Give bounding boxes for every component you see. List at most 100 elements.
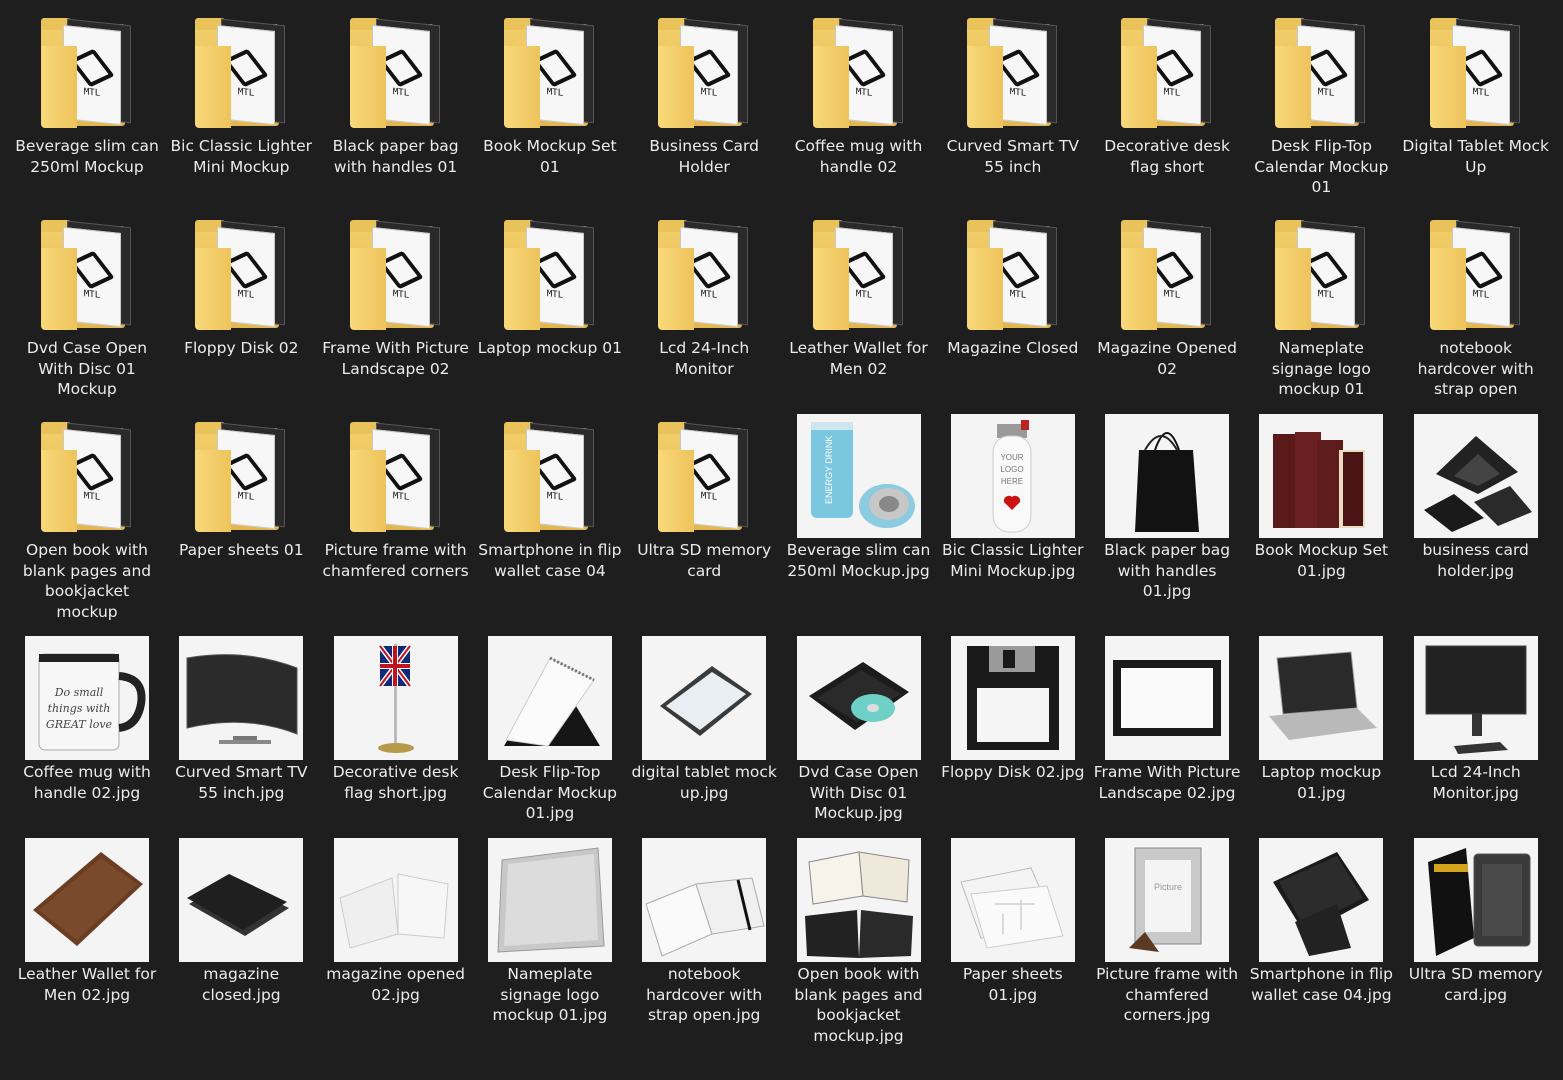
folder-item[interactable]: MTL Nameplate signage logo mockup 01 (1246, 212, 1396, 412)
image-file-item[interactable]: Do small things with GREAT love Coffee mu… (12, 636, 162, 836)
item-label: Nameplate signage logo mockup 01 (1271, 339, 1371, 398)
svg-text:Picture: Picture (1154, 882, 1182, 892)
item-label: Paper sheets 01.jpg (962, 965, 1063, 1004)
folder-icon: MTL (179, 10, 303, 134)
sd-card-thumbnail-icon (1413, 838, 1538, 962)
item-label: Lcd 24-Inch Monitor (659, 339, 750, 378)
floppy-thumbnail-icon (950, 636, 1075, 760)
image-file-item[interactable]: Lcd 24-Inch Monitor.jpg (1401, 636, 1551, 836)
item-label: Book Mockup Set 01.jpg (1254, 541, 1389, 580)
image-file-item[interactable]: Nameplate signage logo mockup 01.jpg (475, 838, 625, 1038)
tv-thumbnail-icon (179, 636, 304, 760)
item-label: Desk Flip-Top Calendar Mockup 01.jpg (482, 763, 617, 822)
folder-item[interactable]: MTL Business Card Holder (629, 10, 779, 210)
frame-thumbnail-icon (1105, 636, 1230, 760)
folder-icon: MTL (488, 414, 612, 538)
folder-icon: MTL (1414, 10, 1538, 134)
folder-item[interactable]: MTL Open book with blank pages and bookj… (12, 414, 162, 621)
image-file-item[interactable]: Open book with blank pages and bookjacke… (784, 838, 934, 1045)
folder-item[interactable]: MTL Lcd 24-Inch Monitor (629, 212, 779, 412)
image-file-item[interactable]: Paper sheets 01.jpg (938, 838, 1088, 1038)
image-file-item[interactable]: Laptop mockup 01.jpg (1246, 636, 1396, 836)
folder-item[interactable]: MTL Laptop mockup 01 (475, 212, 625, 412)
books-thumbnail-icon (1259, 414, 1384, 538)
folder-item[interactable]: MTL Ultra SD memory card (629, 414, 779, 614)
bag-thumbnail-icon (1105, 414, 1230, 538)
item-label: Book Mockup Set 01 (483, 137, 617, 176)
image-file-item[interactable]: Desk Flip-Top Calendar Mockup 01.jpg (475, 636, 625, 836)
item-label: magazine closed.jpg (201, 965, 281, 1004)
item-label: Frame With Picture Landscape 02.jpg (1093, 763, 1241, 802)
folder-item[interactable]: MTL Coffee mug with handle 02 (784, 10, 934, 210)
item-label: Ultra SD memory card (637, 541, 772, 580)
folder-item[interactable]: MTL Picture frame with chamfered corners (321, 414, 471, 614)
image-file-item[interactable]: ENERGY DRINK Beverage slim can 250ml Moc… (784, 414, 934, 614)
folder-item[interactable]: MTL Bic Classic Lighter Mini Mockup (166, 10, 316, 210)
image-file-item[interactable]: Dvd Case Open With Disc 01 Mockup.jpg (784, 636, 934, 836)
folder-item[interactable]: MTL Paper sheets 01 (166, 414, 316, 614)
folder-icon: MTL (1105, 10, 1229, 134)
image-file-item[interactable]: Ultra SD memory card.jpg (1401, 838, 1551, 1038)
image-file-item[interactable]: Black paper bag with handles 01.jpg (1092, 414, 1242, 614)
svg-text:YOUR: YOUR (1000, 453, 1023, 462)
folder-item[interactable]: MTL Dvd Case Open With Disc 01 Mockup (12, 212, 162, 412)
folder-item[interactable]: MTL Decorative desk flag short (1092, 10, 1242, 210)
image-file-item[interactable]: Leather Wallet for Men 02.jpg (12, 838, 162, 1038)
folder-icon: MTL (25, 414, 149, 538)
folder-item[interactable]: MTL Smartphone in flip wallet case 04 (475, 414, 625, 614)
svg-text:things with: things with (48, 702, 111, 715)
image-file-item[interactable]: magazine closed.jpg (166, 838, 316, 1038)
folder-item[interactable]: MTL Black paper bag with handles 01 (321, 10, 471, 210)
folder-icon: MTL (951, 212, 1075, 336)
image-file-item[interactable]: Smartphone in flip wallet case 04.jpg (1246, 838, 1396, 1038)
svg-text:Do small: Do small (54, 686, 104, 699)
dvd-thumbnail-icon (796, 636, 921, 760)
item-label: Decorative desk flag short.jpg (332, 763, 459, 802)
image-file-item[interactable]: digital tablet mock up.jpg (629, 636, 779, 836)
image-file-item[interactable]: YOUR LOGO HERE Bic Classic Lighter Mini … (938, 414, 1088, 614)
item-label: Ultra SD memory card.jpg (1408, 965, 1543, 1004)
folder-icon: MTL (334, 10, 458, 134)
image-file-item[interactable]: Book Mockup Set 01.jpg (1246, 414, 1396, 614)
folder-icon: MTL (25, 10, 149, 134)
folder-icon: MTL (25, 212, 149, 336)
image-file-item[interactable]: magazine opened 02.jpg (321, 838, 471, 1038)
item-label: Laptop mockup 01.jpg (1261, 763, 1382, 802)
calendar-thumbnail-icon (487, 636, 612, 760)
file-grid: MTL Beverage slim can 250ml Mockup MTL B… (12, 10, 1552, 1076)
folder-item[interactable]: MTL Book Mockup Set 01 (475, 10, 625, 210)
item-label: Black paper bag with handles 01 (332, 137, 459, 176)
picture-frame-thumbnail-icon: Picture (1105, 838, 1230, 962)
item-label: Business Card Holder (649, 137, 759, 176)
image-file-item[interactable]: Frame With Picture Landscape 02.jpg (1092, 636, 1242, 836)
item-label: Magazine Opened 02 (1097, 339, 1237, 378)
image-file-item[interactable]: Floppy Disk 02.jpg (938, 636, 1088, 836)
open-book-thumbnail-icon (796, 838, 921, 962)
item-label: Magazine Closed (947, 339, 1079, 357)
folder-item[interactable]: MTL Frame With Picture Landscape 02 (321, 212, 471, 412)
folder-item[interactable]: MTL notebook hardcover with strap open (1401, 212, 1551, 412)
notebook-thumbnail-icon (642, 838, 767, 962)
folder-item[interactable]: MTL Desk Flip-Top Calendar Mockup 01 (1246, 10, 1396, 210)
folder-icon: MTL (488, 10, 612, 134)
folder-item[interactable]: MTL Digital Tablet Mock Up (1401, 10, 1551, 210)
image-file-item[interactable]: notebook hardcover with strap open.jpg (629, 838, 779, 1038)
image-file-item[interactable]: business card holder.jpg (1401, 414, 1551, 614)
folder-icon: MTL (642, 10, 766, 134)
image-file-item[interactable]: Curved Smart TV 55 inch.jpg (166, 636, 316, 836)
folder-item[interactable]: MTL Floppy Disk 02 (166, 212, 316, 412)
folder-icon: MTL (179, 212, 303, 336)
folder-item[interactable]: MTL Magazine Opened 02 (1092, 212, 1242, 412)
folder-item[interactable]: MTL Magazine Closed (938, 212, 1088, 412)
item-label: Smartphone in flip wallet case 04.jpg (1249, 965, 1394, 1004)
folder-item[interactable]: MTL Curved Smart TV 55 inch (938, 10, 1088, 210)
image-file-item[interactable]: Picture Picture frame with chamfered cor… (1092, 838, 1242, 1038)
paper-sheets-thumbnail-icon (950, 838, 1075, 962)
item-label: Open book with blank pages and bookjacke… (794, 965, 923, 1045)
image-file-item[interactable]: Decorative desk flag short.jpg (321, 636, 471, 836)
folder-item[interactable]: MTL Leather Wallet for Men 02 (784, 212, 934, 412)
folder-item[interactable]: MTL Beverage slim can 250ml Mockup (12, 10, 162, 210)
item-label: Beverage slim can 250ml Mockup.jpg (786, 541, 931, 580)
item-label: Dvd Case Open With Disc 01 Mockup (26, 339, 148, 398)
svg-text:ENERGY DRINK: ENERGY DRINK (824, 436, 834, 504)
